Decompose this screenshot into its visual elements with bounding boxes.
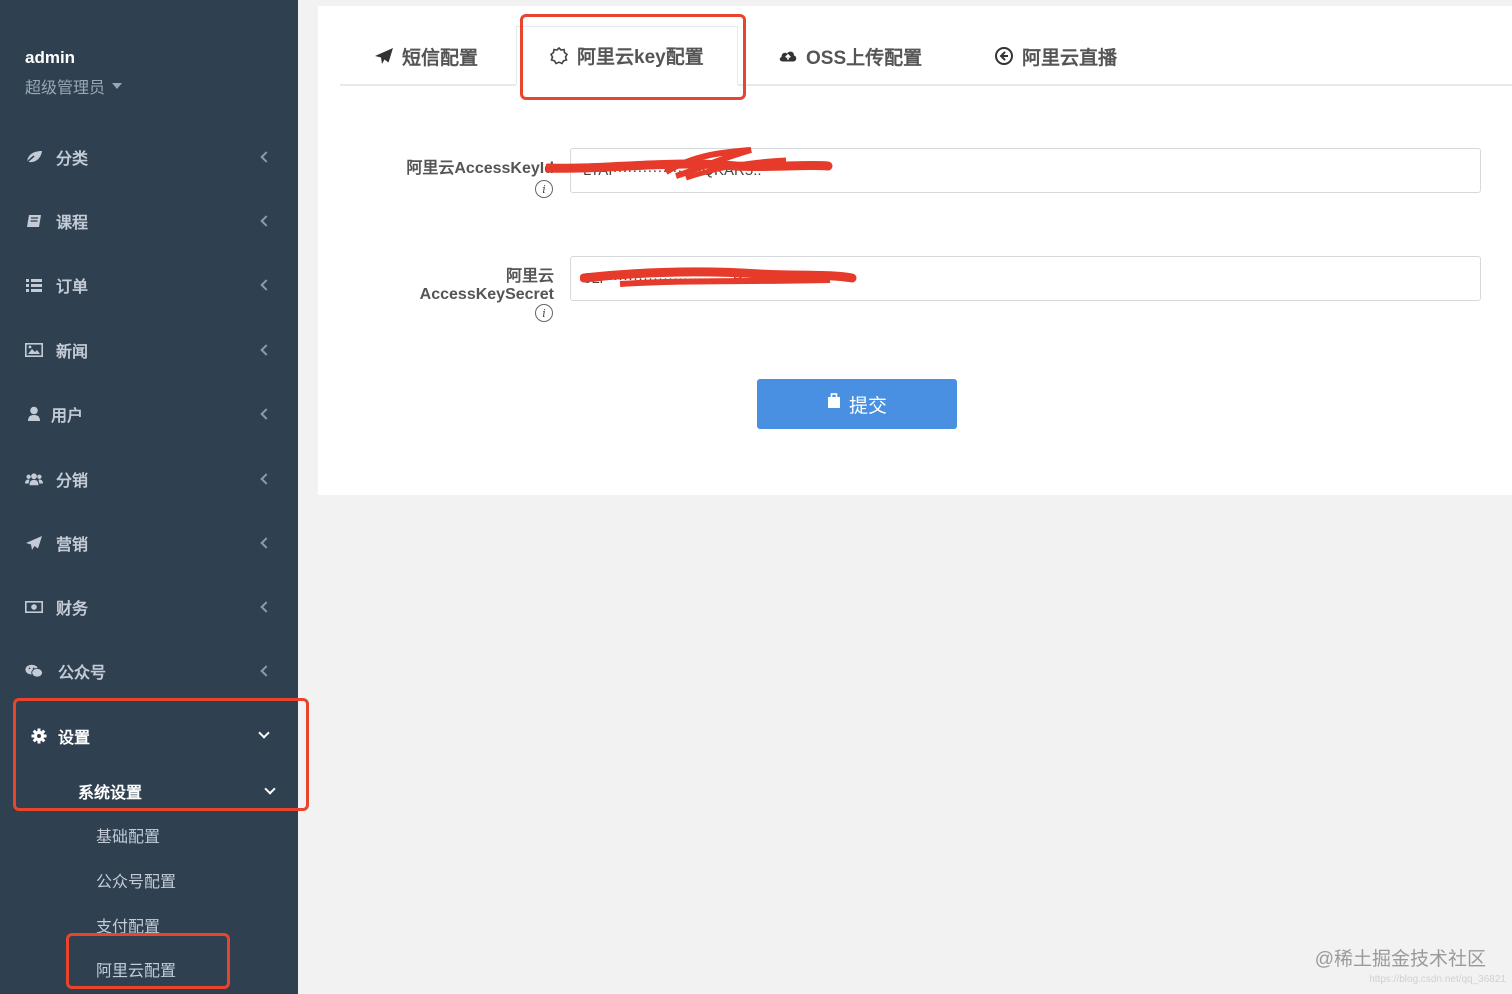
chevron-left-icon (260, 537, 272, 549)
nav-item-category[interactable]: 分类 (0, 137, 298, 177)
nav-label: 分类 (56, 151, 89, 168)
submenu-system-settings[interactable]: 系统设置 (0, 773, 298, 809)
nav-item-wechat[interactable]: 公众号 (0, 651, 298, 691)
paper-plane-icon (25, 535, 43, 551)
cloud-upload-icon (778, 46, 798, 66)
info-icon: i (535, 304, 553, 322)
tab-label: 阿里云key配置 (577, 47, 704, 68)
gear-icon (30, 728, 48, 744)
gear-outline-icon (549, 46, 569, 66)
chevron-down-icon (258, 727, 270, 739)
user-role: 超级管理员 (25, 80, 106, 97)
chevron-left-icon (260, 215, 272, 227)
nav-item-news[interactable]: 新闻 (0, 330, 298, 370)
chevron-left-icon (260, 344, 272, 356)
sidebar: admin 超级管理员 分类 课程 订单 新闻 用户 分销 营销 财务 公众号 … (0, 0, 298, 994)
briefcase-icon (827, 393, 841, 415)
access-key-secret-label-line2: AccessKeySecret (419, 286, 554, 303)
chevron-left-icon (260, 473, 272, 485)
list-icon (25, 277, 43, 293)
user-profile: admin 超级管理员 (25, 48, 123, 98)
redaction-scribble (546, 147, 833, 181)
submenu-item-aliyun[interactable]: 阿里云配置 (0, 951, 298, 987)
image-icon (25, 342, 43, 358)
submenu-item-label: 基础配置 (96, 829, 161, 846)
tab-aliyun-key-config[interactable]: 阿里云key配置 (516, 26, 738, 86)
nav-label: 营销 (56, 537, 89, 554)
nav-label: 课程 (56, 215, 89, 232)
access-key-secret-label: 阿里云 AccessKeySecret (378, 268, 554, 304)
submenu-item-label: 公众号配置 (96, 874, 177, 891)
tab-bar: 短信配置 阿里云key配置 OSS上传配置 阿里云直播 (340, 10, 1512, 86)
chevron-left-icon (260, 665, 272, 677)
nav-item-distribution[interactable]: 分销 (0, 459, 298, 499)
nav-item-course[interactable]: 课程 (0, 201, 298, 241)
nav-label: 新闻 (56, 344, 89, 361)
nav-item-user[interactable]: 用户 (0, 394, 298, 434)
access-key-id-label: 阿里云AccessKeyId (406, 160, 554, 177)
user-icon (25, 406, 43, 422)
submenu-group-label: 系统设置 (78, 785, 143, 802)
tab-label: 短信配置 (402, 47, 479, 69)
nav-item-order[interactable]: 订单 (0, 265, 298, 305)
submenu-item-label: 阿里云配置 (96, 963, 177, 980)
chevron-down-icon (264, 783, 276, 795)
submenu-item-basic[interactable]: 基础配置 (0, 817, 298, 853)
nav-label: 分销 (56, 473, 89, 490)
circle-arrow-icon (994, 46, 1014, 66)
chevron-left-icon (260, 279, 272, 291)
tab-label: 阿里云直播 (1022, 47, 1118, 69)
nav-label: 订单 (56, 279, 89, 296)
book-icon (25, 213, 43, 229)
tab-sms-config[interactable]: 短信配置 (374, 26, 478, 86)
caret-down-icon (112, 83, 123, 89)
redaction-scribble (580, 267, 857, 287)
nav-item-finance[interactable]: 财务 (0, 587, 298, 627)
user-name: admin (25, 48, 76, 67)
nav-item-settings[interactable]: 设置 (0, 716, 298, 756)
watermark: @稀土掘金技术社区 (1314, 949, 1486, 970)
watermark-url: https://blog.csdn.net/qq_36821 (1369, 974, 1506, 985)
paper-plane-icon (374, 46, 394, 66)
tab-oss-upload-config[interactable]: OSS上传配置 (778, 26, 922, 86)
access-key-secret-label-line1: 阿里云 (505, 268, 554, 285)
leaf-icon (25, 149, 43, 165)
chevron-left-icon (260, 601, 272, 613)
submenu-item-label: 支付配置 (96, 919, 161, 936)
tab-aliyun-live[interactable]: 阿里云直播 (994, 26, 1117, 86)
nav-label: 用户 (51, 408, 84, 425)
nav-label: 财务 (56, 601, 89, 618)
submit-button[interactable]: 提交 (757, 379, 957, 429)
nav-label: 公众号 (58, 665, 107, 682)
users-icon (25, 471, 43, 487)
submenu-item-wechat[interactable]: 公众号配置 (0, 862, 298, 898)
nav-item-marketing[interactable]: 营销 (0, 523, 298, 563)
nav-label: 设置 (58, 730, 91, 747)
wechat-icon (25, 663, 43, 679)
submit-label: 提交 (848, 395, 887, 417)
money-icon (25, 599, 43, 615)
tab-label: OSS上传配置 (806, 47, 923, 69)
user-role-dropdown[interactable]: 超级管理员 (25, 74, 123, 98)
submenu-item-payment[interactable]: 支付配置 (0, 907, 298, 943)
chevron-left-icon (260, 408, 272, 420)
chevron-left-icon (260, 151, 272, 163)
